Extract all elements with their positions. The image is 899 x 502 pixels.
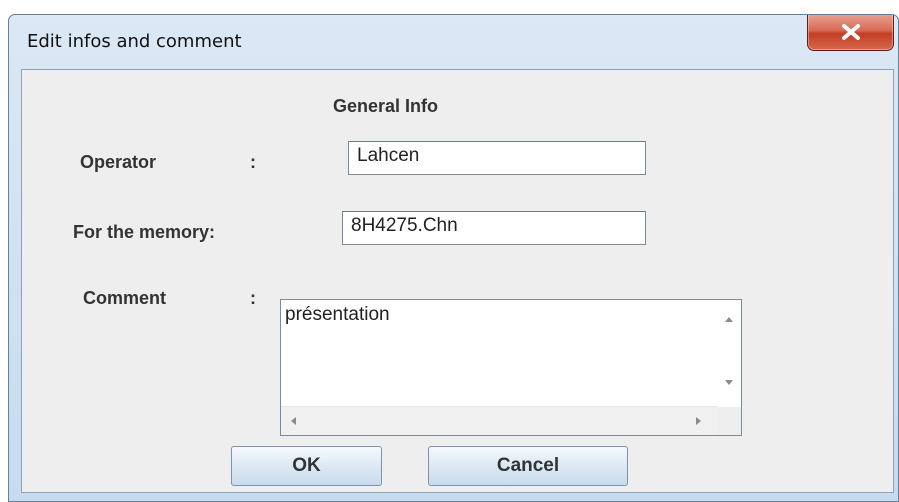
close-icon <box>841 24 860 40</box>
ok-button[interactable]: OK <box>231 446 382 486</box>
title-bar[interactable]: Edit infos and comment <box>9 15 898 69</box>
horizontal-scrollbar[interactable] <box>281 406 717 435</box>
comment-text: présentation <box>285 304 390 325</box>
comment-colon: : <box>250 288 256 308</box>
memory-input[interactable]: 8H4275.Chn <box>342 211 646 245</box>
scroll-right-icon[interactable] <box>696 417 701 425</box>
memory-label: For the memory: <box>73 222 216 242</box>
section-title: General Info <box>333 96 439 116</box>
dialog-window: Edit infos and comment General Info Oper… <box>8 14 899 502</box>
scroll-left-icon[interactable] <box>291 417 296 425</box>
close-button[interactable] <box>807 15 894 51</box>
comment-label: Comment <box>83 288 167 308</box>
scrollbar-corner <box>717 407 741 435</box>
operator-colon: : <box>250 152 256 172</box>
operator-label: Operator <box>80 152 157 172</box>
scroll-up-icon[interactable] <box>725 317 733 322</box>
vertical-scrollbar[interactable] <box>717 300 741 407</box>
operator-input[interactable]: Lahcen <box>348 141 646 175</box>
scroll-down-icon[interactable] <box>725 380 733 385</box>
cancel-button[interactable]: Cancel <box>428 446 628 486</box>
window-title: Edit infos and comment <box>27 31 242 52</box>
dialog-content: General Info Operator : Lahcen For the m… <box>21 69 894 493</box>
comment-textarea[interactable]: présentation <box>280 299 742 436</box>
